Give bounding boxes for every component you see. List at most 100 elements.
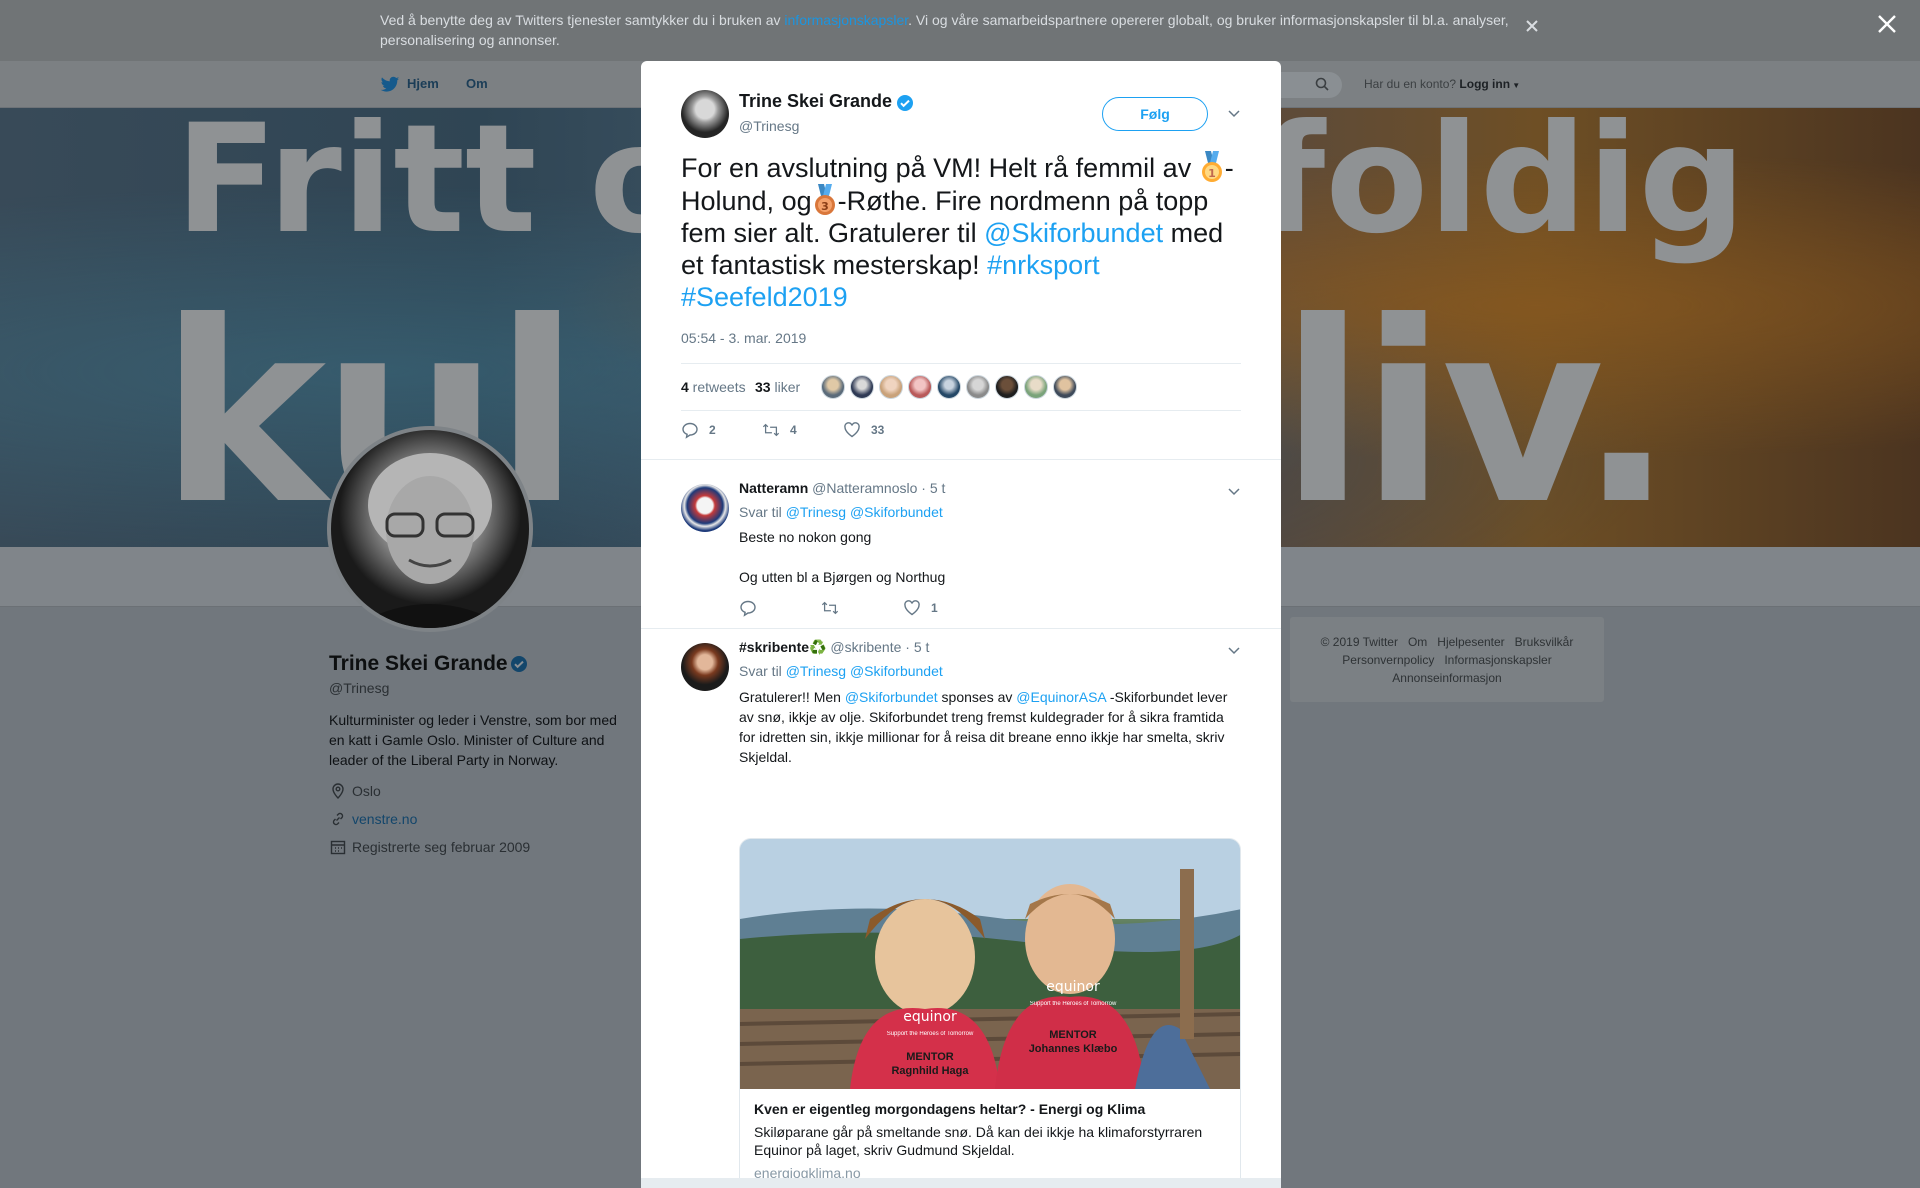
liker-avatars: [821, 375, 1077, 399]
retweet-stat[interactable]: 4 retweets: [681, 379, 746, 395]
login-link[interactable]: Logg inn: [1459, 77, 1510, 91]
reply-text-part: Gratulerer!! Men: [739, 689, 845, 705]
footer-help[interactable]: Hjelpesenter: [1437, 635, 1504, 649]
reply-count: 2: [709, 423, 716, 437]
modal-bottom-divider: [641, 1178, 1281, 1188]
retweet-button[interactable]: [821, 599, 903, 617]
liker-avatar[interactable]: [821, 375, 845, 399]
liker-avatar[interactable]: [1024, 375, 1048, 399]
like-stat[interactable]: 33 liker: [755, 379, 800, 395]
profile-handle[interactable]: @Trinesg: [329, 680, 389, 696]
mention-link[interactable]: @Trinesg: [786, 504, 846, 520]
tweet-stats: 4 retweets 33 liker: [681, 363, 1241, 411]
reply-header: Natteramn @Natteramnoslo · 5 t: [739, 480, 945, 496]
chevron-down-icon[interactable]: [1226, 642, 1242, 658]
twitter-bird-icon[interactable]: [380, 76, 400, 94]
location-pin-icon: [329, 782, 347, 800]
profile-name[interactable]: Trine Skei Grande: [329, 652, 508, 676]
hashtag-link[interactable]: #nrksport: [987, 250, 1100, 280]
link-card[interactable]: equinor Support the Heroes of Tomorrow M…: [739, 838, 1241, 1188]
hashtag-link[interactable]: #Seefeld2019: [681, 282, 848, 312]
reply-avatar[interactable]: [681, 643, 729, 691]
follow-button[interactable]: Følg: [1102, 97, 1208, 131]
footer-cookies[interactable]: Informasjonskapsler: [1444, 653, 1551, 667]
like-count: 1: [931, 601, 938, 615]
retweet-label: retweets: [688, 379, 746, 395]
reply-text-line: Beste no nokon gong: [739, 529, 872, 545]
cookie-close-icon[interactable]: [1524, 18, 1540, 34]
profile-bio: Kulturminister og leder i Venstre, som b…: [329, 712, 617, 768]
search-icon[interactable]: [1314, 76, 1330, 92]
mention-link[interactable]: @Skiforbundet: [845, 689, 938, 705]
like-button[interactable]: 1: [903, 599, 985, 617]
liker-avatar[interactable]: [966, 375, 990, 399]
liker-avatar[interactable]: [937, 375, 961, 399]
heart-icon: [903, 599, 921, 617]
bib-brand: equinor: [1046, 979, 1100, 995]
retweet-count: 4: [681, 379, 689, 395]
svg-text:3: 3: [821, 200, 829, 213]
liker-avatar[interactable]: [1053, 375, 1077, 399]
mention-link[interactable]: @Skiforbundet: [850, 504, 943, 520]
reply-icon: [739, 599, 757, 617]
mention-link[interactable]: @Trinesg: [786, 663, 846, 679]
nav-home[interactable]: Hjem: [407, 76, 439, 91]
reply-author-handle[interactable]: @Natteramnoslo: [812, 480, 917, 496]
chevron-down-icon[interactable]: [1226, 483, 1242, 499]
like-button[interactable]: 33: [843, 421, 924, 439]
cookie-link[interactable]: informasjonskapsler: [784, 12, 908, 28]
tweet-author-name[interactable]: Trine Skei Grande: [739, 91, 892, 112]
card-image[interactable]: equinor Support the Heroes of Tomorrow M…: [740, 839, 1240, 1089]
nav-about[interactable]: Om: [466, 76, 488, 91]
reply-button[interactable]: [739, 599, 821, 617]
reply-author-name[interactable]: #skribente♻️: [739, 639, 826, 655]
tweet-author-handle[interactable]: @Trinesg: [739, 118, 799, 134]
liker-avatar[interactable]: [908, 375, 932, 399]
footer-about[interactable]: Om: [1408, 635, 1427, 649]
website-link[interactable]: venstre.no: [352, 811, 417, 827]
footer-terms[interactable]: Bruksvilkår: [1515, 635, 1574, 649]
caret-down-icon[interactable]: ▼: [1510, 81, 1520, 90]
like-label: liker: [770, 379, 801, 395]
gold-medal-icon: 1: [1199, 151, 1225, 183]
chevron-down-icon[interactable]: [1226, 105, 1242, 121]
bib-tagline: Support the Heroes of Tomorrow: [1029, 1001, 1117, 1007]
card-title[interactable]: Kven er eigentleg morgondagens heltar? -…: [754, 1101, 1145, 1117]
reply-button[interactable]: 2: [681, 421, 762, 439]
reply-icon: [681, 421, 699, 439]
verified-badge-icon: [510, 655, 528, 673]
reply-to-label: Svar til: [739, 504, 782, 520]
profile-location: Oslo: [329, 782, 381, 800]
retweet-icon: [762, 421, 780, 439]
reply-author-handle[interactable]: @skribente: [830, 639, 901, 655]
banner-text-1-left: Fritt o: [175, 108, 692, 267]
reply-author-name[interactable]: Natteramn: [739, 480, 808, 496]
reply-avatar[interactable]: [681, 484, 729, 532]
mention-link[interactable]: @Skiforbundet: [984, 218, 1163, 248]
tweet-author-avatar[interactable]: [681, 90, 729, 138]
reply-to-label: Svar til: [739, 663, 782, 679]
footer-privacy[interactable]: Personvernpolicy: [1342, 653, 1434, 667]
profile-website: venstre.no: [329, 810, 417, 828]
reply-actions: 1: [739, 599, 985, 617]
reply-time[interactable]: · 5 t: [921, 480, 945, 496]
reply-time[interactable]: · 5 t: [905, 639, 929, 655]
reply-tweet: Natteramn @Natteramnoslo · 5 t Svar til …: [641, 459, 1281, 619]
tweet-actions: 2 4 33: [681, 421, 924, 439]
profile-avatar[interactable]: [327, 426, 533, 632]
link-icon: [329, 810, 347, 828]
bib-name: Ragnhild Haga: [891, 1065, 969, 1077]
tweet-timestamp[interactable]: 05:54 - 3. mar. 2019: [681, 330, 806, 346]
bib-brand: equinor: [903, 1009, 957, 1025]
mention-link[interactable]: @Skiforbundet: [850, 663, 943, 679]
footer-ads[interactable]: Annonseinformasjon: [1392, 671, 1501, 685]
retweet-button[interactable]: 4: [762, 421, 843, 439]
mention-link[interactable]: @EquinorASA: [1016, 689, 1106, 705]
overlay-close-icon[interactable]: [1875, 12, 1899, 36]
liker-avatar[interactable]: [879, 375, 903, 399]
reply-text: Gratulerer!! Men @Skiforbundet sponses a…: [739, 687, 1239, 767]
profile-joined: Registrerte seg februar 2009: [329, 838, 530, 856]
liker-avatar[interactable]: [850, 375, 874, 399]
retweet-action-count: 4: [790, 423, 797, 437]
liker-avatar[interactable]: [995, 375, 1019, 399]
